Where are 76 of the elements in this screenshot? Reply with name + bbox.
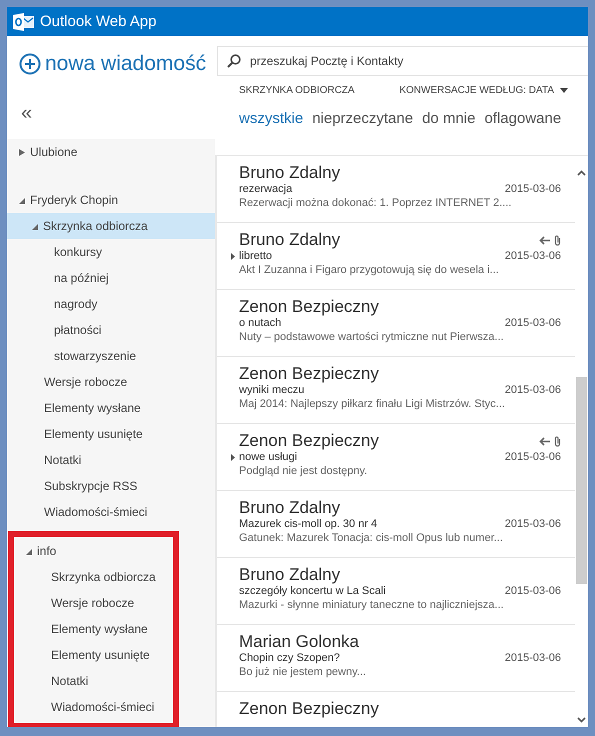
folder-item[interactable]: Elementy wysłane bbox=[14, 616, 173, 642]
outlook-logo-icon bbox=[13, 12, 35, 30]
message-sender: Bruno Zdalny bbox=[239, 163, 340, 183]
message-subject: Chopin czy Szopen? bbox=[239, 652, 340, 664]
folder-item[interactable]: Wersje robocze bbox=[14, 590, 173, 616]
filter-tab[interactable]: wszystkie bbox=[239, 107, 304, 129]
message-preview: Mazurki - słynne miniatury taneczne to najliczniejsza... bbox=[239, 599, 505, 611]
folder-item[interactable]: Elementy usunięte bbox=[7, 421, 215, 447]
message-preview: Podgląd nie jest dostępny. bbox=[239, 465, 368, 477]
collapse-button[interactable]: « bbox=[7, 90, 215, 139]
message-subject: libretto bbox=[231, 250, 272, 262]
message-sender: Zenon Bezpieczny bbox=[239, 297, 379, 317]
folder-item[interactable]: płatności bbox=[7, 317, 215, 343]
message-date: 2015-03-06 bbox=[504, 384, 561, 396]
message-date: 2015-03-06 bbox=[504, 250, 561, 262]
window-title: Outlook Web App bbox=[40, 13, 156, 30]
message-sender: Marian Golonka bbox=[239, 632, 360, 652]
scroll-up-icon[interactable] bbox=[577, 170, 586, 176]
new-message-button[interactable]: nowa wiadomość bbox=[7, 36, 215, 90]
folder-item[interactable]: na później bbox=[7, 265, 215, 291]
collapsed-triangle-icon[interactable] bbox=[19, 148, 25, 156]
folder-item[interactable]: info bbox=[14, 538, 173, 564]
folder-item[interactable]: stowarzyszenie bbox=[7, 343, 215, 369]
expanded-triangle-icon[interactable] bbox=[26, 548, 32, 554]
folder-item[interactable]: Skrzynka odbiorcza bbox=[7, 213, 215, 239]
expanded-triangle-icon[interactable] bbox=[32, 222, 38, 230]
folder-item[interactable]: Skrzynka odbiorcza bbox=[14, 564, 173, 590]
message-date: 2015-03-06 bbox=[504, 183, 561, 195]
message-preview: Nuty – podstawowe wartości rytmiczne nut Pierwsza... bbox=[239, 331, 505, 343]
message-date: 2015-03-06 bbox=[504, 585, 561, 597]
message-subject: Mazurek cis-moll op. 30 nr 4 bbox=[239, 518, 378, 530]
message-preview: Rezerwacji można dokonać: 1. Poprzez INTERNET 2.... bbox=[239, 197, 512, 209]
message-sender: Zenon Bezpieczny bbox=[239, 364, 379, 384]
filter-tab[interactable]: do mnie bbox=[422, 107, 476, 129]
message-date: 2015-03-06 bbox=[504, 317, 561, 329]
folder-item[interactable]: Elementy wysłane bbox=[7, 395, 215, 421]
folder-item[interactable]: Wersje robocze bbox=[7, 369, 215, 395]
search-field[interactable]: przeszukaj Pocztę i Kontakty bbox=[217, 46, 588, 76]
folder-item[interactable]: Wiadomości-śmieci bbox=[14, 694, 173, 720]
message-date: 2015-03-06 bbox=[504, 652, 561, 664]
message-preview: Maj 2014: Najlepszy piłkarz finału Ligi Mistrzów. Styc... bbox=[239, 398, 506, 410]
expanded-triangle-icon[interactable] bbox=[19, 196, 25, 204]
folder-item[interactable]: Fryderyk Chopin bbox=[7, 187, 215, 213]
message-preview: Gatunek: Mazurek Tonacja: cis-moll Opus lub numer... bbox=[239, 532, 504, 544]
message-sender: Zenon Bezpieczny bbox=[239, 431, 379, 451]
folder-item[interactable]: konkursy bbox=[7, 239, 215, 265]
filter-tab[interactable]: oflagowane bbox=[484, 107, 562, 129]
message-subject: szczegóły koncertu w La Scali bbox=[239, 585, 386, 597]
dropdown-caret-icon bbox=[560, 88, 568, 93]
message-sender: Bruno Zdalny bbox=[239, 230, 340, 250]
folder-item[interactable]: Wiadomości-śmieci bbox=[7, 499, 215, 525]
message-sender: Bruno Zdalny bbox=[239, 498, 340, 518]
folder-item[interactable]: Subskrypcje RSS bbox=[7, 473, 215, 499]
message-subject: o nutach bbox=[239, 317, 282, 329]
folder-heading: SKRZYNKA ODBIORCZA bbox=[239, 85, 355, 96]
plus-icon bbox=[19, 53, 41, 75]
folder-item[interactable]: Notatki bbox=[14, 668, 173, 694]
expand-thread-icon[interactable] bbox=[231, 454, 235, 460]
message-subject: nowe usługi bbox=[231, 451, 298, 463]
scroll-thumb[interactable] bbox=[576, 377, 587, 584]
folder-item[interactable]: Elementy usunięte bbox=[14, 642, 173, 668]
message-date: 2015-03-06 bbox=[504, 518, 561, 530]
message-sender: Bruno Zdalny bbox=[239, 565, 340, 585]
message-subject: rezerwacja bbox=[239, 183, 292, 195]
folder-item[interactable]: Ulubione bbox=[7, 139, 215, 165]
filter-tab[interactable]: nieprzeczytane bbox=[312, 107, 414, 129]
scroll-down-icon[interactable] bbox=[577, 717, 586, 723]
sort-dropdown[interactable]: KONWERSACJE WEDŁUG: DATA bbox=[399, 85, 568, 96]
message-subject: wyniki meczu bbox=[239, 384, 304, 396]
message-preview: Bo już nie jestem pewny... bbox=[239, 666, 367, 678]
message-date: 2015-03-06 bbox=[504, 451, 561, 463]
folder-item[interactable]: nagrody bbox=[7, 291, 215, 317]
message-sender: Zenon Bezpieczny bbox=[239, 699, 379, 719]
folder-item[interactable]: Notatki bbox=[7, 447, 215, 473]
expand-thread-icon[interactable] bbox=[231, 252, 235, 260]
message-preview: Akt I Zuzanna i Figaro przygotowują się do wesela i... bbox=[239, 264, 500, 276]
